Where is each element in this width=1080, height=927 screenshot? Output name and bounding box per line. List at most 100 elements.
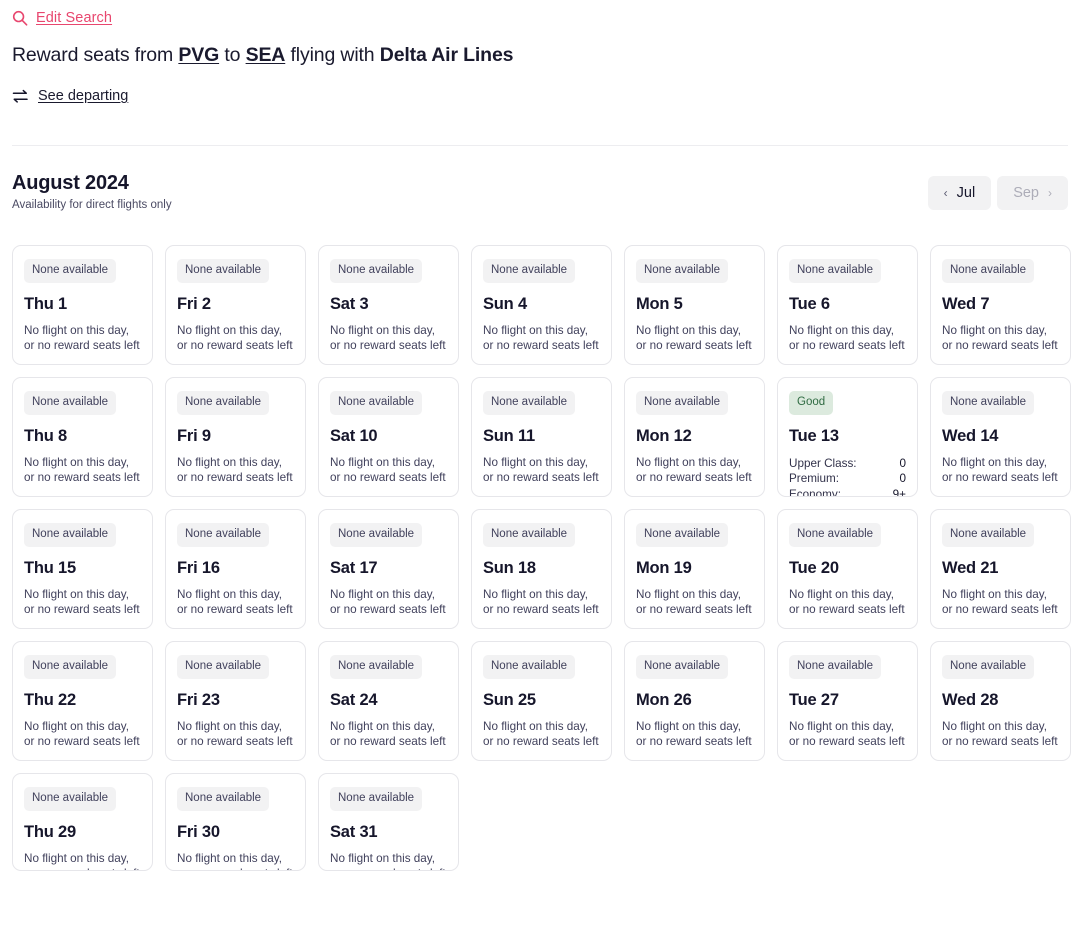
day-card[interactable]: None available Wed 28 No flight on this da…	[930, 641, 1071, 761]
availability-badge: None available	[177, 391, 270, 415]
airline-name: Delta Air Lines	[379, 44, 514, 66]
day-note: No flight on this day, or no reward seat…	[942, 719, 1058, 748]
see-departing-link[interactable]: See departing	[38, 88, 128, 104]
day-card[interactable]: None available Fri 30 No flight on this da…	[165, 773, 306, 871]
day-card[interactable]: None available Thu 29 No flight on this da…	[12, 773, 153, 871]
cabin-row: Economy: 9+	[789, 487, 906, 497]
day-title: Sat 17	[330, 558, 378, 577]
day-card[interactable]: None available Wed 21 No flight on this da…	[930, 509, 1071, 629]
day-title: Mon 12	[636, 426, 692, 445]
next-month-button: Sep ›	[997, 176, 1068, 210]
availability-badge: None available	[636, 655, 729, 679]
day-card[interactable]: None available Sat 3 No flight on this day…	[318, 245, 459, 365]
day-note: No flight on this day, or no reward seat…	[177, 719, 293, 748]
reward-suffix: flying with	[285, 44, 380, 66]
cabin-label: Economy:	[789, 487, 841, 497]
day-note: No flight on this day, or no reward seat…	[483, 455, 599, 484]
day-note: No flight on this day, or no reward seat…	[24, 323, 140, 352]
availability-badge: None available	[942, 391, 1035, 415]
day-card[interactable]: None available Fri 9 No flight on this day…	[165, 377, 306, 497]
availability-badge: None available	[24, 391, 117, 415]
day-note: No flight on this day, or no reward seat…	[636, 587, 752, 616]
availability-badge: None available	[483, 391, 576, 415]
day-card[interactable]: None available Tue 6 No flight on this day…	[777, 245, 918, 365]
day-card[interactable]: None available Tue 27 No flight on this da…	[777, 641, 918, 761]
day-note: No flight on this day, or no reward seat…	[330, 719, 446, 748]
availability-badge: None available	[330, 259, 423, 283]
day-card[interactable]: None available Fri 16 No flight on this da…	[165, 509, 306, 629]
availability-badge: Good	[789, 391, 834, 415]
day-note: No flight on this day, or no reward seat…	[24, 455, 140, 484]
day-title: Fri 16	[177, 558, 220, 577]
destination-code[interactable]: SEA	[246, 44, 286, 66]
availability-badge: None available	[942, 655, 1035, 679]
availability-badge: None available	[483, 655, 576, 679]
next-month-label: Sep	[1013, 185, 1039, 201]
day-title: Mon 26	[636, 690, 692, 709]
day-note: No flight on this day, or no reward seat…	[24, 851, 140, 871]
availability-badge: None available	[483, 523, 576, 547]
see-departing-row[interactable]: See departing	[12, 85, 1068, 107]
day-card[interactable]: None available Mon 19 No flight on this da…	[624, 509, 765, 629]
day-card[interactable]: None available Sun 4 No flight on this day…	[471, 245, 612, 365]
day-card[interactable]: None available Fri 23 No flight on this da…	[165, 641, 306, 761]
day-card[interactable]: Good Tue 13 Upper Class: 0 Premium: 0 Economy:…	[777, 377, 918, 497]
day-title: Wed 28	[942, 690, 999, 709]
day-title: Sat 3	[330, 294, 369, 313]
day-note: No flight on this day, or no reward seat…	[177, 323, 293, 352]
day-title: Wed 14	[942, 426, 999, 445]
day-card[interactable]: None available Sat 10 No flight on this da…	[318, 377, 459, 497]
availability-badge: None available	[330, 523, 423, 547]
availability-badge: None available	[789, 523, 882, 547]
availability-badge: None available	[177, 259, 270, 283]
cabin-value: 0	[899, 456, 906, 470]
day-card[interactable]: None available Sun 25 No flight on this da…	[471, 641, 612, 761]
cabin-availability-list: Upper Class: 0 Premium: 0 Economy: 9+	[789, 456, 906, 497]
day-card[interactable]: None available Thu 22 No flight on this da…	[12, 641, 153, 761]
day-card[interactable]: None available Mon 26 No flight on this da…	[624, 641, 765, 761]
day-title: Tue 13	[789, 426, 839, 445]
swap-arrows-icon	[12, 89, 29, 104]
day-title: Sat 31	[330, 822, 378, 841]
day-note: No flight on this day, or no reward seat…	[177, 587, 293, 616]
day-note: No flight on this day, or no reward seat…	[636, 323, 752, 352]
day-note: No flight on this day, or no reward seat…	[24, 719, 140, 748]
day-note: No flight on this day, or no reward seat…	[789, 323, 905, 352]
day-title: Wed 21	[942, 558, 999, 577]
day-title: Sat 10	[330, 426, 378, 445]
cabin-row: Premium: 0	[789, 471, 906, 487]
day-card[interactable]: None available Thu 8 No flight on this day…	[12, 377, 153, 497]
edit-search-row[interactable]: Edit Search	[12, 0, 1068, 26]
day-card[interactable]: None available Wed 7 No flight on this day…	[930, 245, 1071, 365]
reward-search-summary: Reward seats from PVG to SEA flying with…	[12, 42, 1068, 68]
day-card[interactable]: None available Sat 31 No flight on this da…	[318, 773, 459, 871]
origin-code[interactable]: PVG	[178, 44, 219, 66]
prev-month-label: Jul	[956, 185, 976, 201]
availability-calendar-grid: None available Thu 1 No flight on this day…	[12, 245, 1071, 871]
reward-availability-page: Edit Search Reward seats from PVG to SEA…	[0, 0, 1080, 927]
day-title: Fri 9	[177, 426, 211, 445]
day-card[interactable]: None available Sat 17 No flight on this da…	[318, 509, 459, 629]
prev-month-button[interactable]: ‹ Jul	[927, 176, 992, 210]
cabin-label: Premium:	[789, 472, 840, 485]
day-card[interactable]: None available Sat 24 No flight on this da…	[318, 641, 459, 761]
day-card[interactable]: None available Thu 1 No flight on this day…	[12, 245, 153, 365]
availability-badge: None available	[636, 259, 729, 283]
edit-search-link[interactable]: Edit Search	[36, 10, 112, 26]
day-note: No flight on this day, or no reward seat…	[483, 719, 599, 748]
availability-badge: None available	[330, 391, 423, 415]
day-card[interactable]: None available Sun 18 No flight on this da…	[471, 509, 612, 629]
day-card[interactable]: None available Sun 11 No flight on this da…	[471, 377, 612, 497]
day-title: Thu 29	[24, 822, 76, 841]
day-card[interactable]: None available Tue 20 No flight on this da…	[777, 509, 918, 629]
search-icon	[12, 10, 28, 26]
day-card[interactable]: None available Mon 12 No flight on this da…	[624, 377, 765, 497]
day-card[interactable]: None available Fri 2 No flight on this day…	[165, 245, 306, 365]
reward-mid: to	[219, 44, 246, 66]
day-note: No flight on this day, or no reward seat…	[789, 719, 905, 748]
day-title: Sun 18	[483, 558, 536, 577]
day-card[interactable]: None available Mon 5 No flight on this day…	[624, 245, 765, 365]
day-card[interactable]: None available Thu 15 No flight on this da…	[12, 509, 153, 629]
day-card[interactable]: None available Wed 14 No flight on this da…	[930, 377, 1071, 497]
day-title: Sun 4	[483, 294, 527, 313]
